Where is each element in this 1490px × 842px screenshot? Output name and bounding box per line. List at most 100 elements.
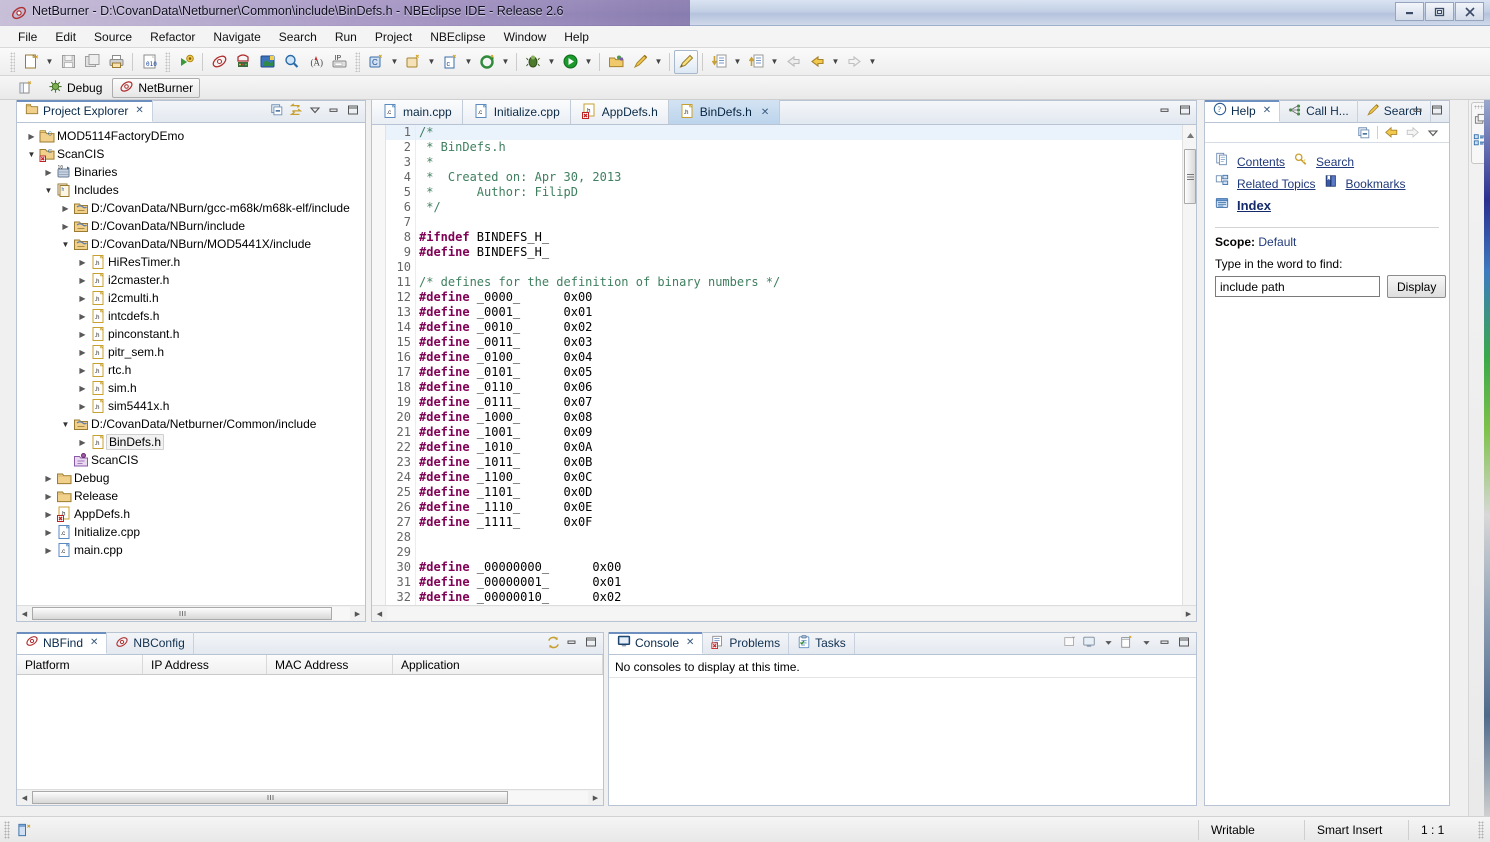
collapse-arrow-icon[interactable]: ▼ [42, 186, 55, 195]
toolbar-grip[interactable] [10, 51, 15, 72]
close-icon[interactable]: ✕ [761, 107, 769, 118]
column-application[interactable]: Application [393, 655, 603, 674]
new-console-dropdown-icon[interactable] [1138, 634, 1154, 650]
code-line[interactable]: 23 #define _1011_ 0x0B [386, 455, 1182, 470]
code-line[interactable]: 22 #define _1010_ 0x0A [386, 440, 1182, 455]
open-resource-icon[interactable] [604, 50, 628, 74]
help-find-input[interactable] [1215, 276, 1380, 297]
tree-item[interactable]: ▼ D:/CovanData/Netburner/Common/include [17, 415, 365, 433]
help-link-bookmarks[interactable]: Bookmarks [1346, 173, 1406, 195]
previous-annotation-icon[interactable] [744, 50, 768, 74]
new-console-icon[interactable] [1119, 634, 1135, 650]
code-line[interactable]: 17 #define _0101_ 0x05 [386, 365, 1182, 380]
editor-tab-initialize-cpp[interactable]: .c Initialize.cpp [462, 100, 571, 124]
minimize-icon[interactable] [326, 102, 342, 118]
new-dropdown-icon[interactable]: ▼ [43, 50, 56, 74]
netburner-tool-icon[interactable] [207, 50, 231, 74]
editor-vscrollbar[interactable] [1182, 125, 1196, 605]
nbfind-icon[interactable] [255, 50, 279, 74]
new-c-project-icon[interactable]: C [364, 50, 388, 74]
toolbar-grip-3[interactable] [355, 51, 360, 72]
forward-history-dropdown-icon[interactable]: ▼ [866, 50, 879, 74]
code-line[interactable]: 28 [386, 530, 1182, 545]
nbfind-maximize-icon[interactable] [583, 634, 599, 650]
code-line[interactable]: 21 #define _1001_ 0x09 [386, 425, 1182, 440]
code-line[interactable]: 16 #define _0100_ 0x04 [386, 350, 1182, 365]
code-line[interactable]: 15 #define _0011_ 0x03 [386, 335, 1182, 350]
editor-hscrollbar[interactable]: ◀ ▶ [372, 605, 1196, 621]
search-pen-dropdown-icon[interactable]: ▼ [652, 50, 665, 74]
expand-arrow-icon[interactable]: ▶ [76, 294, 89, 303]
expand-arrow-icon[interactable]: ▶ [59, 222, 72, 231]
console-body[interactable]: No consoles to display at this time. [609, 655, 1196, 805]
tree-item[interactable]: ▶ D:/CovanData/NBurn/include [17, 217, 365, 235]
expand-arrow-icon[interactable]: ▶ [42, 492, 55, 501]
save-icon[interactable] [56, 50, 80, 74]
tree-item[interactable]: ▼ D:/CovanData/NBurn/MOD5441X/include [17, 235, 365, 253]
menu-search[interactable]: Search [271, 28, 325, 46]
menu-nbeclipse[interactable]: NBEclipse [422, 28, 493, 46]
run-icon[interactable] [558, 50, 582, 74]
next-annotation-icon[interactable] [707, 50, 731, 74]
nbfind-scroll-right-icon[interactable]: ▶ [588, 790, 603, 805]
help-link-index[interactable]: Index [1237, 195, 1271, 217]
code-line[interactable]: 30 #define _00000000_ 0x00 [386, 560, 1182, 575]
expand-arrow-icon[interactable]: ▶ [76, 258, 89, 267]
new-c-file-icon[interactable]: c [438, 50, 462, 74]
tree-item[interactable]: ▶ .h sim.h [17, 379, 365, 397]
code-line[interactable]: 24 #define _1100_ 0x0C [386, 470, 1182, 485]
console-tab-problems[interactable]: Problems [703, 632, 790, 654]
nbfind-tab-nbconfig[interactable]: NBConfig [107, 632, 194, 654]
forward-history-icon[interactable] [842, 50, 866, 74]
help-tab-call-h-[interactable]: Call H... [1280, 100, 1358, 122]
nbfind-minimize-icon[interactable] [564, 634, 580, 650]
editor-tab-main-cpp[interactable]: .c main.cpp [372, 100, 463, 124]
nbfind-hscroll-thumb[interactable] [32, 791, 508, 804]
debug-dropdown-icon[interactable]: ▼ [545, 50, 558, 74]
tree-item[interactable]: ▶ .c Initialize.cpp [17, 523, 365, 541]
tree-item[interactable]: ▶ .h i2cmulti.h [17, 289, 365, 307]
code-line[interactable]: 4 * Created on: Apr 30, 2013 [386, 170, 1182, 185]
editor-vscroll-thumb[interactable] [1184, 149, 1196, 204]
code-line[interactable]: 8 #ifndef BINDEFS_H_ [386, 230, 1182, 245]
new-class-dropdown-icon[interactable]: ▼ [425, 50, 438, 74]
code-line[interactable]: 18 #define _0110_ 0x06 [386, 380, 1182, 395]
view-menu-icon[interactable] [307, 102, 323, 118]
tree-item[interactable]: ▶ Debug [17, 469, 365, 487]
close-icon[interactable]: ✕ [1263, 105, 1271, 116]
back-history-icon[interactable] [805, 50, 829, 74]
scroll-right-icon[interactable]: ▶ [350, 606, 365, 621]
toolbar-grip-2[interactable] [165, 51, 170, 72]
menu-navigate[interactable]: Navigate [205, 28, 268, 46]
tab-project-explorer[interactable]: Project Explorer ✕ [17, 100, 153, 122]
menu-edit[interactable]: Edit [47, 28, 84, 46]
tree-item[interactable]: ▶ C MOD5114FactoryDEmo [17, 127, 365, 145]
expand-arrow-icon[interactable]: ▶ [76, 330, 89, 339]
column-ip-address[interactable]: IP Address [143, 655, 267, 674]
tree-item[interactable]: ▶ .h pitr_sem.h [17, 343, 365, 361]
display-console-icon[interactable] [1081, 634, 1097, 650]
expand-arrow-icon[interactable]: ▶ [76, 402, 89, 411]
code-line[interactable]: 3 * [386, 155, 1182, 170]
expand-arrow-icon[interactable]: ▶ [25, 132, 38, 141]
console-minimize-icon[interactable] [1157, 634, 1173, 650]
editor-tab-appdefs-h[interactable]: .h AppDefs.h [570, 100, 669, 124]
code-line[interactable]: 31 #define _00000001_ 0x01 [386, 575, 1182, 590]
console-tab-console[interactable]: Console ✕ [609, 632, 704, 654]
nbfind-scroll-left-icon[interactable]: ◀ [17, 790, 32, 805]
code-lines[interactable]: 1/* 2 * BinDefs.h 3 * 4 * Created on: Apr 3… [386, 125, 1182, 605]
maximize-button[interactable] [1425, 2, 1454, 21]
expand-arrow-icon[interactable]: ▶ [42, 528, 55, 537]
build-all-icon[interactable] [475, 50, 499, 74]
nbfind-hscroll-track[interactable] [32, 791, 588, 804]
help-link-contents[interactable]: Contents [1237, 151, 1285, 173]
tree-item[interactable]: ▶ .h HiResTimer.h [17, 253, 365, 271]
editor-annotation-ruler[interactable] [372, 125, 386, 605]
code-line[interactable]: 20 #define _1000_ 0x08 [386, 410, 1182, 425]
help-minimize-icon[interactable] [1410, 102, 1426, 118]
print-icon[interactable] [104, 50, 128, 74]
menu-window[interactable]: Window [496, 28, 555, 46]
display-button[interactable]: Display [1387, 275, 1447, 298]
expand-arrow-icon[interactable]: ▶ [42, 474, 55, 483]
previous-annotation-dropdown-icon[interactable]: ▼ [768, 50, 781, 74]
